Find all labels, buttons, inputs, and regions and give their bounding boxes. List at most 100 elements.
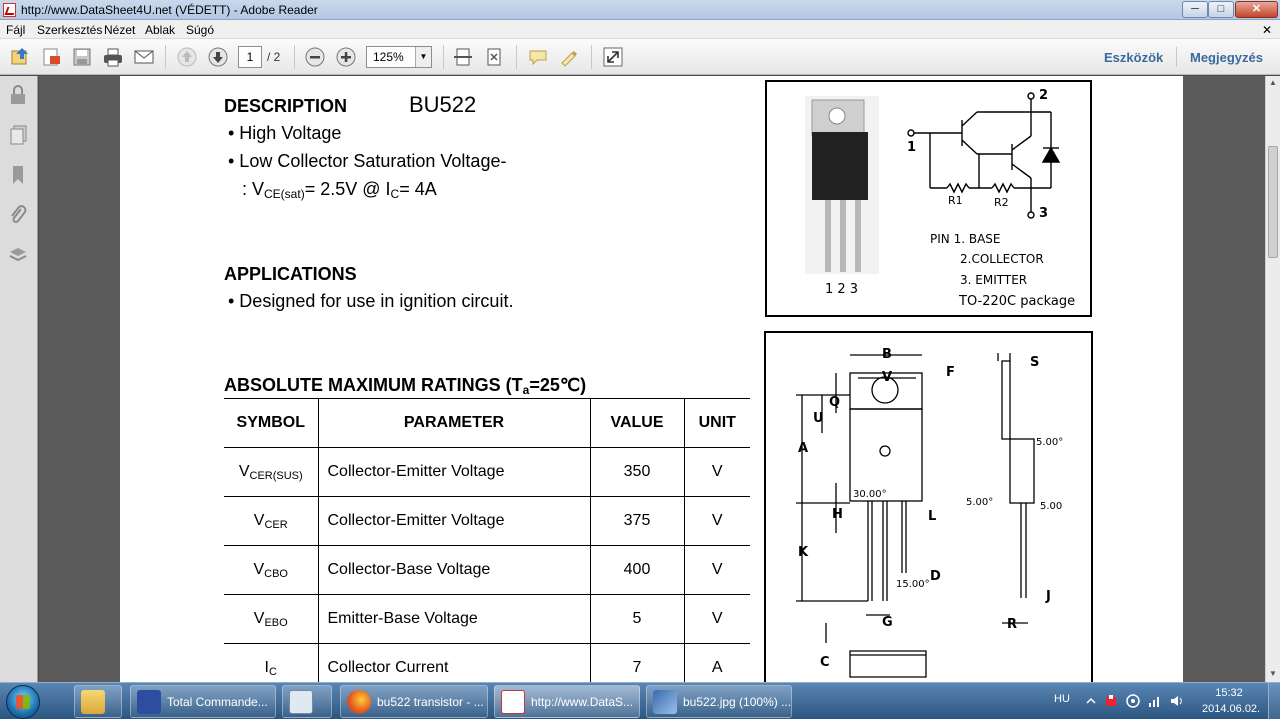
node-2-label: 2 bbox=[1039, 88, 1049, 103]
feature-saturation: • Low Collector Saturation Voltage- bbox=[228, 151, 507, 171]
page-number-input[interactable]: 1 bbox=[238, 46, 262, 68]
clock-date[interactable]: 2014.06.02. bbox=[1202, 703, 1260, 715]
document-view[interactable]: DESCRIPTION BU522 • High Voltage • Low C… bbox=[39, 76, 1265, 682]
menu-file[interactable]: Fájl bbox=[6, 23, 25, 37]
menu-view[interactable]: Nézet bbox=[104, 23, 135, 37]
dim-k: K bbox=[798, 545, 809, 560]
menu-window[interactable]: Ablak bbox=[145, 23, 175, 37]
parameter-cell: Collector-Emitter Voltage bbox=[318, 496, 591, 546]
table-row: VCBO Collector-Base Voltage 400 V bbox=[224, 545, 750, 595]
task-adobe-reader[interactable]: http://www.DataS... bbox=[494, 685, 640, 718]
scroll-up-icon[interactable]: ▲ bbox=[1266, 76, 1280, 90]
dim-angle-1: 5.00° bbox=[1036, 437, 1064, 448]
next-page-icon[interactable] bbox=[207, 46, 229, 68]
symbol-cell: VCBO bbox=[224, 545, 319, 595]
firefox-icon bbox=[347, 690, 371, 714]
chevron-up-icon[interactable] bbox=[1084, 694, 1098, 708]
task-total-commander[interactable]: Total Commande... bbox=[130, 685, 276, 718]
taskbar: Total Commande... bu522 transistor - ...… bbox=[0, 682, 1280, 719]
layers-icon[interactable] bbox=[8, 244, 28, 266]
dim-a: A bbox=[798, 441, 809, 456]
page-thumbnails-icon[interactable] bbox=[8, 124, 28, 146]
maximize-button[interactable]: □ bbox=[1208, 1, 1234, 18]
pin-diagram: 1 2 3 1 2 3 R1 R2 PIN 1. BASE 2.COLLECTO… bbox=[765, 80, 1092, 317]
attachments-icon[interactable] bbox=[8, 204, 28, 226]
r1-label: R1 bbox=[948, 194, 963, 207]
close-button[interactable]: ✕ bbox=[1235, 1, 1278, 18]
email-icon[interactable] bbox=[133, 46, 155, 68]
task-notepad[interactable] bbox=[282, 685, 332, 718]
expand-icon[interactable] bbox=[602, 46, 624, 68]
parameter-cell: Collector-Base Voltage bbox=[318, 545, 591, 595]
comment-panel-button[interactable]: Megjegyzés bbox=[1190, 50, 1263, 65]
comment-icon[interactable] bbox=[527, 46, 549, 68]
title-bar: http://www.DataSheet4U.net (VÉDETT) - Ad… bbox=[0, 0, 1280, 20]
vertical-scrollbar[interactable]: ▲ ▼ bbox=[1265, 76, 1280, 682]
value-cell: 7 bbox=[590, 643, 685, 682]
symbol-cell: VCER(SUS) bbox=[224, 447, 319, 497]
table-row: IC Collector Current 7 A bbox=[224, 643, 750, 682]
start-button[interactable] bbox=[6, 685, 40, 719]
folder-icon bbox=[81, 690, 105, 714]
print-icon[interactable] bbox=[102, 46, 124, 68]
show-desktop-button[interactable] bbox=[1268, 683, 1280, 719]
parameter-cell: Collector Current bbox=[318, 643, 591, 682]
dim-l: L bbox=[928, 509, 937, 524]
task-explorer[interactable] bbox=[74, 685, 122, 718]
table-row: VEBO Emitter-Base Voltage 5 V bbox=[224, 594, 750, 644]
scrollbar-thumb[interactable] bbox=[1268, 146, 1278, 258]
save-icon[interactable] bbox=[71, 46, 93, 68]
value-cell: 400 bbox=[590, 545, 685, 595]
applications-heading: APPLICATIONS bbox=[224, 264, 357, 284]
image-viewer-icon bbox=[653, 690, 677, 714]
lock-icon[interactable] bbox=[8, 84, 28, 106]
tools-button[interactable]: Eszközök bbox=[1104, 50, 1163, 65]
scroll-down-icon[interactable]: ▼ bbox=[1266, 667, 1280, 681]
signal-icon[interactable] bbox=[1148, 694, 1162, 708]
vce-sat-spec: : VCE(sat)= 2.5V @ IC= 4A bbox=[242, 179, 437, 201]
pdf-icon bbox=[501, 690, 525, 714]
value-cell: 350 bbox=[590, 447, 685, 497]
dim-c: C bbox=[820, 655, 830, 670]
pin-collector: 2.COLLECTOR bbox=[960, 252, 1044, 266]
dim-h: H bbox=[832, 507, 843, 522]
dim-j: J bbox=[1046, 589, 1051, 604]
menu-edit[interactable]: Szerkesztés bbox=[37, 23, 102, 37]
close-document-icon[interactable]: ✕ bbox=[1262, 23, 1272, 37]
network-status-icon[interactable] bbox=[1126, 694, 1140, 708]
value-cell: 5 bbox=[590, 594, 685, 644]
open-icon[interactable] bbox=[9, 46, 31, 68]
navigation-panel bbox=[0, 76, 38, 682]
dim-u: U bbox=[813, 411, 824, 426]
chevron-down-icon[interactable]: ▼ bbox=[415, 47, 431, 67]
fit-width-icon[interactable] bbox=[452, 46, 474, 68]
zoom-value: 125% bbox=[373, 50, 404, 64]
menu-help[interactable]: Súgó bbox=[186, 23, 214, 37]
pin-emitter: 3. EMITTER bbox=[960, 273, 1028, 287]
zoom-out-icon[interactable] bbox=[304, 46, 326, 68]
task-image-viewer[interactable]: bu522.jpg (100%) ... bbox=[646, 685, 792, 718]
previous-page-icon[interactable] bbox=[176, 46, 198, 68]
minimize-button[interactable]: ─ bbox=[1182, 1, 1208, 18]
bookmarks-icon[interactable] bbox=[8, 164, 28, 186]
zoom-in-icon[interactable] bbox=[335, 46, 357, 68]
unit-cell: A bbox=[684, 643, 750, 682]
symbol-cell: VEBO bbox=[224, 594, 319, 644]
pdf-page: DESCRIPTION BU522 • High Voltage • Low C… bbox=[120, 76, 1183, 682]
security-icon[interactable] bbox=[1104, 694, 1118, 708]
zoom-select[interactable]: 125% ▼ bbox=[366, 46, 432, 68]
dim-g: G bbox=[882, 615, 893, 630]
window-icon bbox=[289, 690, 313, 714]
volume-icon[interactable] bbox=[1170, 694, 1184, 708]
create-pdf-icon[interactable] bbox=[40, 46, 62, 68]
language-indicator[interactable]: HU bbox=[1054, 693, 1070, 705]
highlight-icon[interactable] bbox=[558, 46, 580, 68]
clock-time[interactable]: 15:32 bbox=[1214, 687, 1244, 699]
r2-label: R2 bbox=[994, 196, 1009, 209]
dim-b: B bbox=[882, 347, 892, 362]
task-firefox[interactable]: bu522 transistor - ... bbox=[340, 685, 488, 718]
fit-page-icon[interactable] bbox=[483, 46, 505, 68]
unit-cell: V bbox=[684, 447, 750, 497]
table-header-row: SYMBOL PARAMETER VALUE UNIT bbox=[224, 398, 750, 448]
pin-numbers: 1 2 3 bbox=[825, 282, 859, 297]
